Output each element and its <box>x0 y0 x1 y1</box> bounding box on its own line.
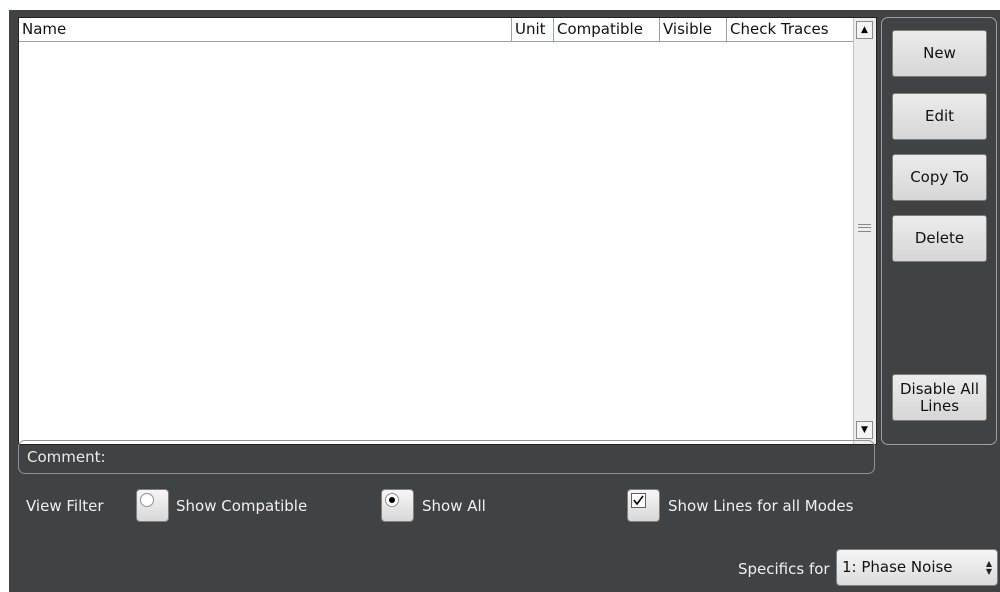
radio-unselected-icon <box>140 493 154 507</box>
disable-all-lines-label-1: Disable All <box>899 379 979 398</box>
vertical-scrollbar[interactable]: ▲ ▼ <box>853 18 876 444</box>
comment-label: Comment: <box>27 448 106 466</box>
lines-table: Name Unit Compatible Visible Check Trace… <box>18 17 877 445</box>
show-all-label[interactable]: Show All <box>422 497 486 515</box>
specifics-for-label: Specifics for <box>738 560 830 578</box>
column-header-compatible[interactable]: Compatible <box>554 18 660 42</box>
column-header-visible[interactable]: Visible <box>660 18 727 42</box>
column-header-name[interactable]: Name <box>19 18 512 42</box>
checkbox-checked-icon <box>631 493 646 508</box>
radio-dot-icon <box>389 497 395 503</box>
scrollbar-grip-icon[interactable] <box>858 224 871 232</box>
delete-button[interactable]: Delete <box>892 215 987 262</box>
view-filter-label: View Filter <box>26 497 104 515</box>
action-button-panel: New Edit Copy To Delete Disable All Line… <box>881 17 997 445</box>
up-down-chevron-icon: ▲ ▼ <box>985 559 992 576</box>
show-compatible-label[interactable]: Show Compatible <box>176 497 307 515</box>
edit-button[interactable]: Edit <box>892 93 987 140</box>
table-header: Name Unit Compatible Visible Check Trace… <box>19 18 853 42</box>
new-button[interactable]: New <box>892 30 987 77</box>
line-config-panel: Name Unit Compatible Visible Check Trace… <box>9 10 1000 592</box>
column-header-unit[interactable]: Unit <box>512 18 554 42</box>
show-compatible-radio[interactable] <box>136 489 169 522</box>
comment-field[interactable]: Comment: <box>18 440 875 474</box>
radio-selected-icon <box>385 493 399 507</box>
disable-all-lines-label-2: Lines <box>919 396 960 415</box>
specifics-for-select[interactable]: 1: Phase Noise ▲ ▼ <box>836 549 998 586</box>
show-all-radio[interactable] <box>381 489 414 522</box>
scroll-up-arrow-icon[interactable]: ▲ <box>856 21 873 39</box>
scroll-down-arrow-icon[interactable]: ▼ <box>856 421 873 439</box>
table-body[interactable] <box>19 42 853 444</box>
copy-to-button[interactable]: Copy To <box>892 154 987 201</box>
specifics-selected-value: 1: Phase Noise <box>842 558 953 576</box>
show-lines-all-modes-checkbox[interactable] <box>627 489 660 522</box>
column-header-check-traces[interactable]: Check Traces <box>727 18 853 42</box>
show-lines-all-modes-label[interactable]: Show Lines for all Modes <box>668 497 853 515</box>
disable-all-lines-button[interactable]: Disable All Lines <box>892 374 987 421</box>
